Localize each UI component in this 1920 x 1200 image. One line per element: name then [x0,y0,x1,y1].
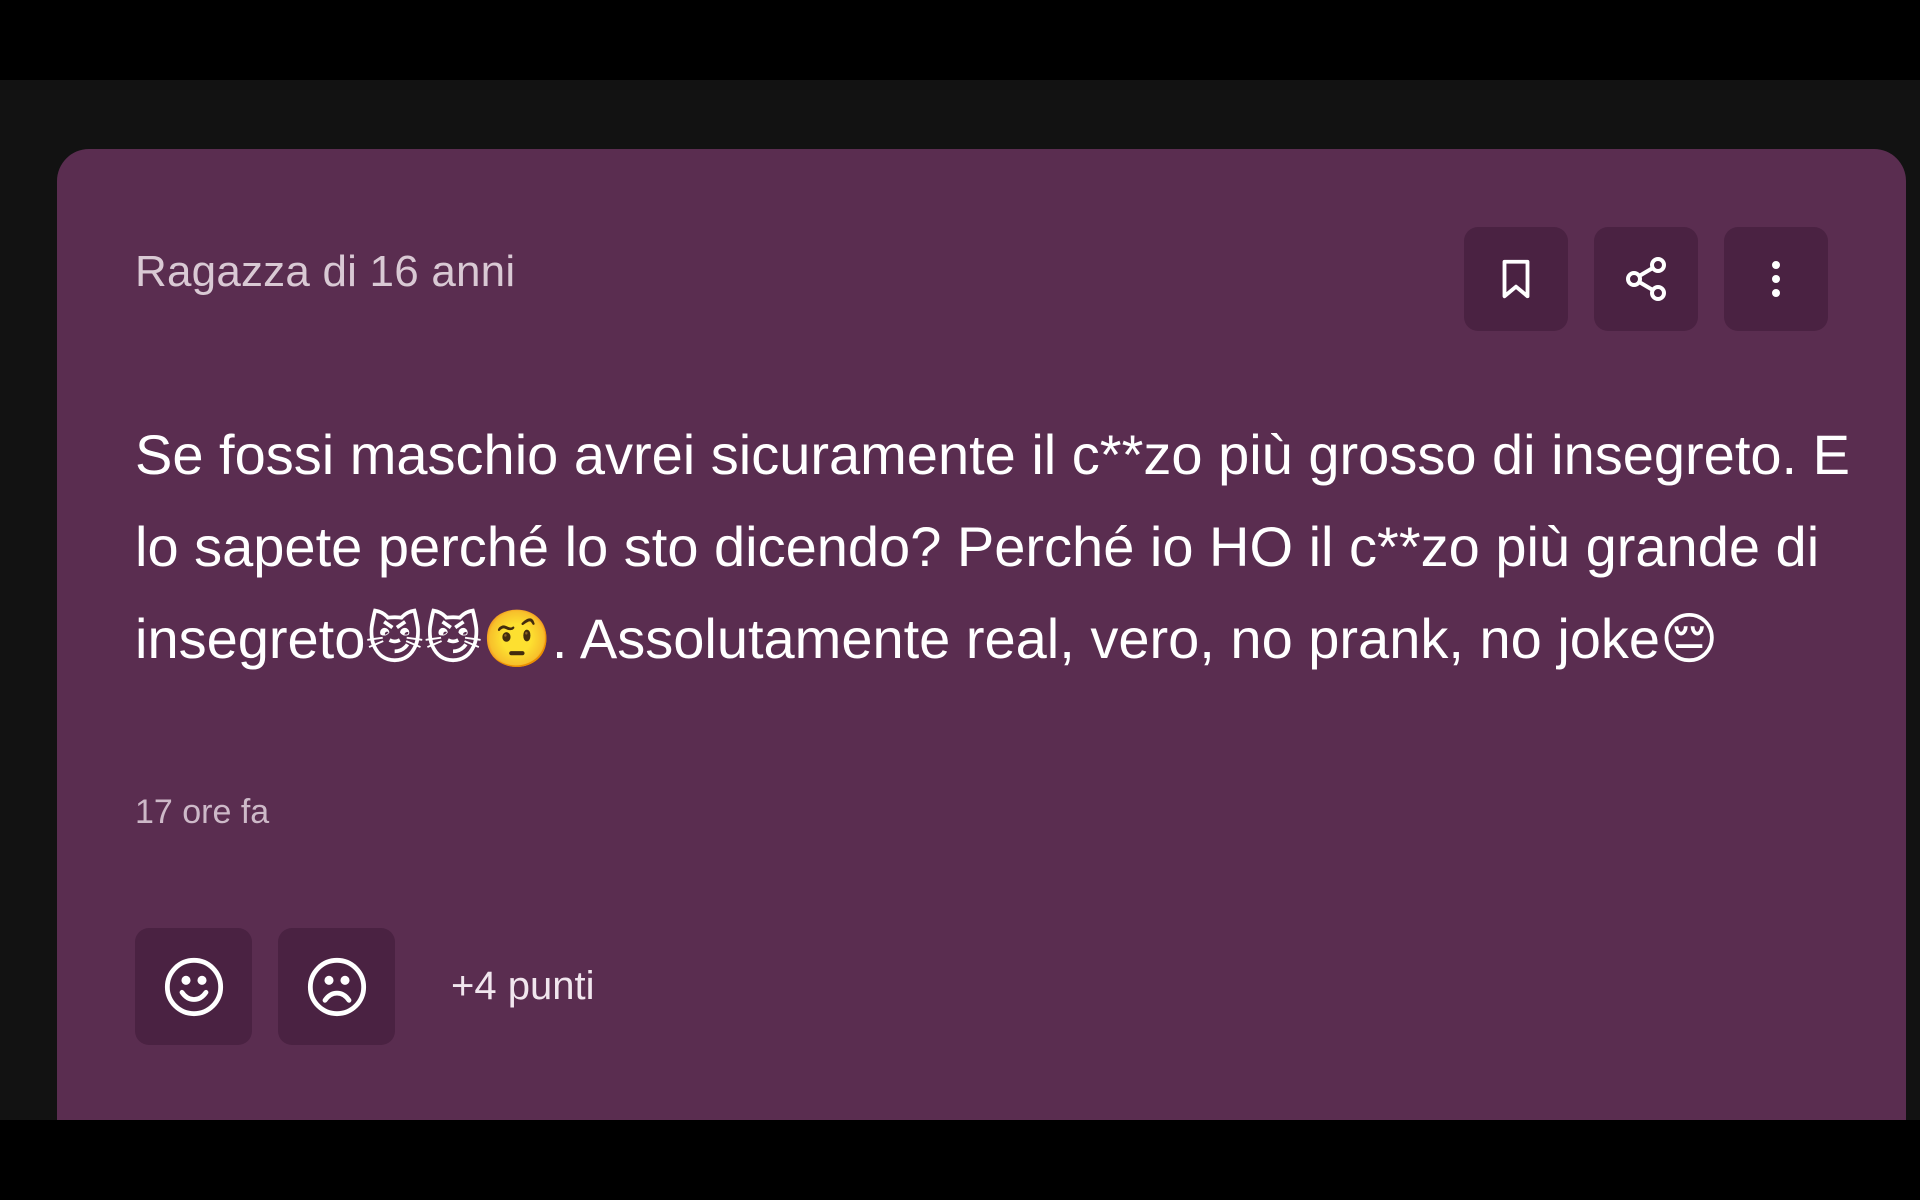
frown-icon [307,957,366,1016]
upvote-button[interactable] [135,928,252,1045]
top-bar [0,0,1920,80]
downvote-button[interactable] [278,928,395,1045]
share-icon [1626,257,1666,301]
bookmark-button[interactable] [1464,227,1568,331]
bottom-bar [0,1120,1920,1200]
post-body-text: Se fossi maschio avrei sicuramente il c*… [135,423,1850,670]
post-card: Ragazza di 16 anni Se fossi maschio avre… [57,149,1906,1120]
post-actions [1464,227,1828,331]
more-options-button[interactable] [1724,227,1828,331]
post-author-label: Ragazza di 16 anni [135,247,516,296]
more-vertical-icon [1772,261,1780,297]
smile-icon [164,957,223,1016]
vote-row: +4 punti [135,928,594,1045]
share-button[interactable] [1594,227,1698,331]
post-timestamp: 17 ore fa [135,793,270,831]
bookmark-icon [1502,259,1530,299]
points-count: +4 punti [451,964,595,1008]
